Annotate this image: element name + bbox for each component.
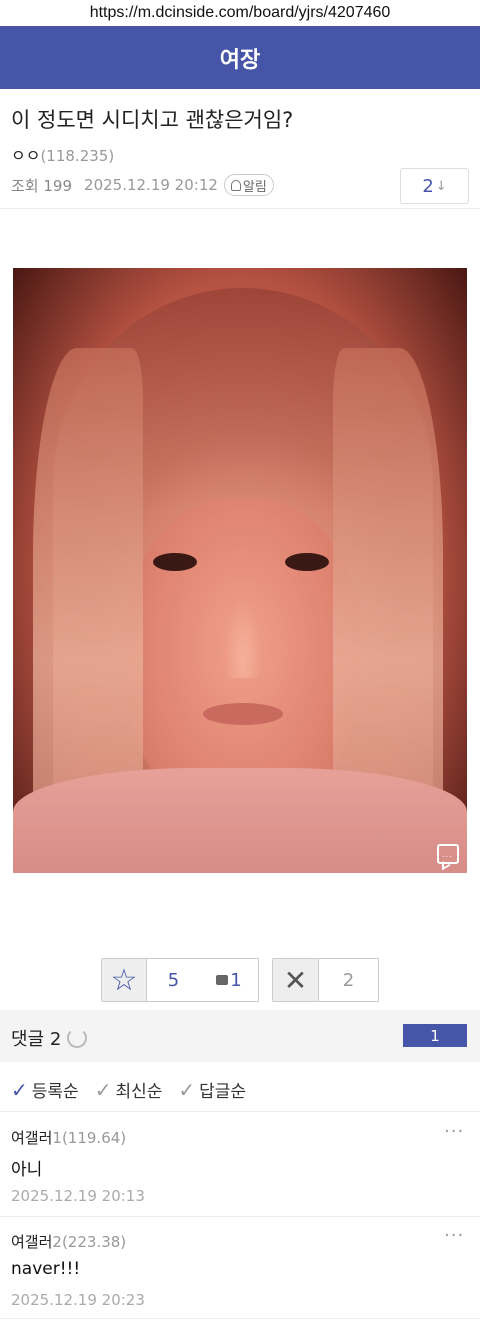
more-icon[interactable]: ··· xyxy=(444,1225,464,1246)
sort-label: 등록순 xyxy=(31,1082,79,1102)
comment-header: 댓글 2 1 xyxy=(0,1010,480,1062)
sort-label: 답글순 xyxy=(199,1082,247,1102)
comment-body: naver!!! xyxy=(11,1259,81,1279)
comment-page-button[interactable]: 1 xyxy=(403,1024,467,1047)
divider xyxy=(0,1111,480,1112)
divider xyxy=(0,1216,480,1217)
comment-author-ip: (119.64) xyxy=(61,1129,127,1147)
more-icon[interactable]: ··· xyxy=(444,1121,464,1142)
url-text: https://m.dcinside.com/board/yjrs/420746… xyxy=(89,4,391,21)
divider xyxy=(0,1318,480,1319)
image-comment-icon[interactable]: ... xyxy=(437,844,459,864)
views-count: 199 xyxy=(43,176,73,195)
comment-author[interactable]: 여갤러2(223.38) xyxy=(11,1231,126,1252)
check-icon: ✓ xyxy=(94,1077,112,1102)
divider xyxy=(0,208,480,209)
close-icon[interactable]: ✕ xyxy=(273,959,319,1001)
author-ip: (118.235) xyxy=(40,147,115,165)
check-icon: ✓ xyxy=(178,1077,196,1102)
fix-vote-count: 1 xyxy=(230,969,242,991)
address-bar[interactable]: https://m.dcinside.com/board/yjrs/420746… xyxy=(0,0,480,26)
star-icon[interactable]: ☆ xyxy=(102,959,147,1001)
sort-label: 최신순 xyxy=(115,1082,163,1102)
comment-author-number: 2 xyxy=(52,1233,62,1251)
comment-jump-button[interactable]: 2 ↓ xyxy=(400,168,469,204)
post-meta: 조회 199 2025.12.19 20:12 알림 xyxy=(11,174,274,196)
comment-count-title: 댓글 2 xyxy=(11,1029,62,1050)
arrow-down-icon: ↓ xyxy=(435,178,447,194)
gallery-header: 여장 xyxy=(0,26,480,89)
post-image[interactable] xyxy=(13,268,467,873)
comment-author-name: 여갤러 xyxy=(11,1129,53,1147)
downvote-box: ✕ 2 xyxy=(272,958,379,1002)
fix-icon xyxy=(216,975,229,985)
views-label: 조회 xyxy=(11,176,39,195)
photo-nose xyxy=(225,598,261,678)
sort-option-latest[interactable]: ✓ 최신순 xyxy=(94,1077,163,1103)
comment-date: 2025.12.19 20:13 xyxy=(11,1187,145,1205)
comment-body: 아니 xyxy=(11,1160,43,1180)
photo-eye-right xyxy=(285,553,329,571)
views: 조회 199 xyxy=(11,175,72,196)
upvote-box: ☆ 5 1 xyxy=(101,958,259,1002)
author-name: ㅇㅇ xyxy=(11,146,41,165)
alarm-button[interactable]: 알림 xyxy=(223,174,274,196)
sort-option-replies[interactable]: ✓ 답글순 xyxy=(178,1077,247,1103)
alarm-label: 알림 xyxy=(242,179,267,195)
post-title: 이 정도면 시디치고 괜찮은거임? xyxy=(11,108,294,132)
gallery-title[interactable]: 여장 xyxy=(220,42,260,74)
photo-shoulder xyxy=(13,768,467,873)
downvote-count: 2 xyxy=(342,969,355,991)
comment-sort: ✓ 등록순 ✓ 최신순 ✓ 답글순 xyxy=(11,1077,262,1103)
photo-lips xyxy=(203,703,283,725)
refresh-icon[interactable] xyxy=(67,1028,88,1048)
comment-author[interactable]: 여갤러1(119.64) xyxy=(11,1127,126,1148)
post-date: 2025.12.19 20:12 xyxy=(84,176,218,194)
comment-author-number: 1 xyxy=(52,1129,62,1147)
bell-icon xyxy=(230,179,241,191)
comment-date: 2025.12.19 20:23 xyxy=(11,1291,145,1309)
check-icon: ✓ xyxy=(11,1077,28,1102)
fix-vote-button[interactable]: 1 xyxy=(200,959,258,1001)
sort-option-registered[interactable]: ✓ 등록순 xyxy=(11,1077,79,1103)
comment-author-name: 여갤러 xyxy=(11,1233,53,1251)
comment-author-ip: (223.38) xyxy=(61,1233,127,1251)
comment-jump-count: 2 xyxy=(422,175,434,197)
photo-eye-left xyxy=(153,553,197,571)
post-author[interactable]: ㅇㅇ(118.235) xyxy=(11,142,114,166)
upvote-count: 5 xyxy=(167,969,180,991)
